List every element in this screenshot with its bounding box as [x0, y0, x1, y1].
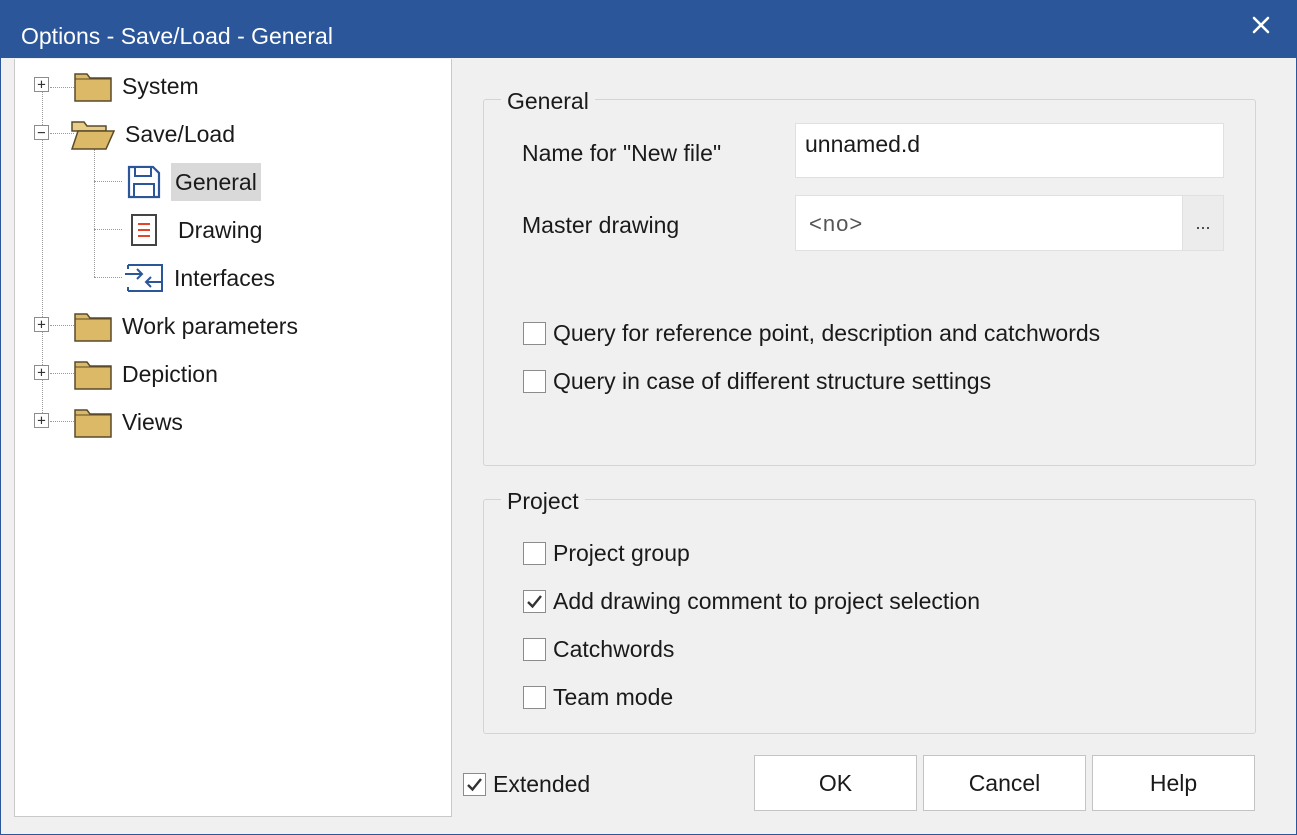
tree-item-label: System [122, 73, 199, 99]
query-structure-settings-checkbox[interactable]: Query in case of different structure set… [523, 365, 991, 397]
tree-connector [50, 421, 74, 422]
tree-item-label: Save/Load [125, 121, 235, 147]
tree-item-label: General [171, 163, 261, 201]
checkbox-label: Catchwords [553, 636, 675, 662]
checkbox-label: Team mode [553, 684, 674, 710]
collapse-saveload-toggle[interactable]: − [34, 125, 49, 140]
tree-connector [94, 277, 122, 278]
checkmark-icon [527, 594, 542, 608]
general-group-legend: General [501, 87, 595, 115]
catchwords-checkbox[interactable]: Catchwords [523, 633, 674, 665]
folder-closed-icon [74, 313, 112, 342]
expand-work-parameters-toggle[interactable]: + [34, 317, 49, 332]
project-group-legend: Project [501, 487, 585, 515]
query-reference-point-checkbox[interactable]: Query for reference point, description a… [523, 317, 1100, 349]
master-drawing-label: Master drawing [522, 212, 680, 238]
ok-button[interactable]: OK [754, 755, 917, 811]
checkbox-box [523, 589, 546, 613]
tree-connector [50, 87, 74, 88]
master-drawing-browse-button[interactable]: ... [1182, 196, 1223, 250]
checkbox-box [523, 637, 546, 661]
tree-item-depiction[interactable]: Depiction [74, 354, 222, 394]
tree-connector [50, 373, 74, 374]
window-title: Options - Save/Load - General [21, 23, 333, 49]
checkbox-box [463, 772, 486, 796]
expand-views-toggle[interactable]: + [34, 413, 49, 428]
folder-open-icon [71, 121, 115, 150]
expand-system-toggle[interactable]: + [34, 77, 49, 92]
cancel-button[interactable]: Cancel [923, 755, 1086, 811]
tree-connector [94, 229, 122, 230]
checkbox-box [523, 541, 546, 565]
master-drawing-value: <no> [809, 211, 864, 236]
tree-item-label: Views [122, 409, 183, 435]
checkbox-label: Extended [493, 771, 591, 797]
checkbox-label: Add drawing comment to project selection [553, 588, 980, 614]
checkbox-box [523, 321, 546, 345]
close-button[interactable] [1226, 1, 1296, 49]
options-tree[interactable]: + System − Save/Load General Drawing Int… [14, 59, 452, 817]
checkbox-label: Query in case of different structure set… [553, 368, 992, 394]
tree-item-saveload[interactable]: Save/Load [71, 114, 239, 154]
project-group-checkbox[interactable]: Project group [523, 537, 690, 569]
tree-item-label: Work parameters [122, 313, 298, 339]
tree-connector [94, 181, 122, 182]
close-icon [1252, 16, 1270, 34]
drawing-document-icon [131, 214, 157, 246]
help-button[interactable]: Help [1092, 755, 1255, 811]
tree-item-drawing[interactable]: Drawing [130, 210, 266, 250]
extended-checkbox[interactable]: Extended [463, 768, 590, 800]
tree-connector [94, 149, 95, 277]
tree-item-label: Depiction [122, 361, 218, 387]
folder-closed-icon [74, 73, 112, 102]
team-mode-checkbox[interactable]: Team mode [523, 681, 673, 713]
add-drawing-comment-checkbox[interactable]: Add drawing comment to project selection [523, 585, 980, 617]
folder-closed-icon [74, 361, 112, 390]
checkbox-label: Project group [553, 540, 690, 566]
interface-arrows-icon [125, 264, 163, 292]
tree-item-system[interactable]: System [74, 66, 203, 106]
tree-item-label: Interfaces [174, 265, 275, 291]
tree-connector [50, 325, 74, 326]
checkbox-label: Query for reference point, description a… [553, 320, 1101, 346]
tree-item-general[interactable]: General [127, 162, 261, 202]
tree-item-work-parameters[interactable]: Work parameters [74, 306, 302, 346]
expand-depiction-toggle[interactable]: + [34, 365, 49, 380]
new-file-name-input[interactable]: unnamed.d [795, 123, 1224, 178]
tree-item-interfaces[interactable]: Interfaces [124, 258, 279, 298]
checkbox-box [523, 685, 546, 709]
options-dialog: Options - Save/Load - General + System −… [0, 0, 1297, 835]
checkmark-icon [467, 777, 482, 791]
new-file-name-label: Name for "New file" [522, 140, 722, 166]
folder-closed-icon [74, 409, 112, 438]
master-drawing-field[interactable]: <no> ... [795, 195, 1224, 251]
tree-item-label: Drawing [178, 217, 263, 243]
tree-item-views[interactable]: Views [74, 402, 187, 442]
title-bar: Options - Save/Load - General [1, 1, 1296, 58]
save-disk-icon [127, 165, 161, 199]
checkbox-box [523, 369, 546, 393]
